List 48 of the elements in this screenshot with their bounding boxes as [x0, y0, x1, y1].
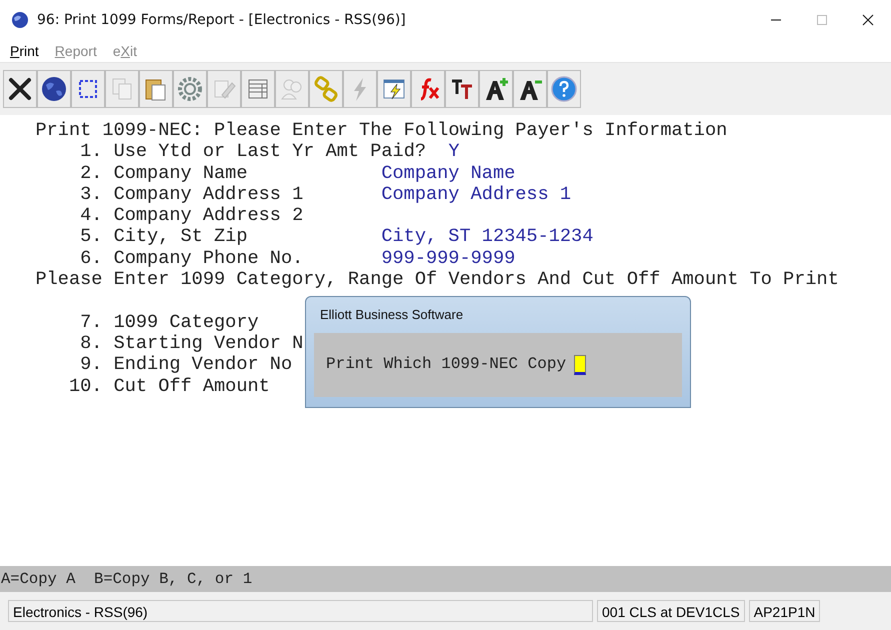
field-label: Company Phone No.: [114, 248, 304, 269]
hint-bar: A=Copy A B=Copy B, C, or 1: [0, 566, 891, 592]
field-label: Company Address 2: [114, 205, 304, 226]
toolbar-button[interactable]: [37, 70, 71, 108]
status-panel: 001 CLS at DEV1CLS: [597, 600, 745, 622]
field-number: 3.: [80, 184, 102, 206]
settings-icon: [176, 75, 204, 103]
field-label: Cut Off Amount: [114, 376, 270, 397]
section-heading: Please Enter 1099 Category, Range Of Vendors And Cut Off Amount To Print: [35, 269, 839, 290]
field-number: 4.: [80, 205, 102, 226]
field-number: 2.: [80, 162, 102, 184]
field-label: 1099 Category: [114, 312, 259, 333]
field-number: 5.: [80, 226, 102, 248]
field-value: Y: [448, 141, 460, 163]
close-icon: [6, 75, 34, 103]
status-panel: AP21P1N: [748, 600, 820, 622]
chain-icon: [312, 75, 340, 103]
field-number: 8.: [80, 332, 102, 354]
toolbar-button[interactable]: [3, 70, 37, 108]
dialog-prompt: Print Which 1099-NEC Copy: [326, 354, 566, 376]
section-heading: Print 1099-NEC: Please Enter The Following Payer's Information: [35, 120, 728, 142]
input-field[interactable]: [574, 355, 586, 375]
field-value: Company Address 1: [381, 184, 572, 206]
field-label: City, St Zip: [114, 226, 248, 248]
field-number: 7.: [80, 312, 102, 333]
globe-icon: [10, 10, 30, 30]
status-panel: Electronics - RSS(96): [8, 600, 593, 622]
field-label: Ending Vendor No: [114, 354, 292, 376]
field-label: Starting Vendor N: [114, 332, 304, 354]
field-label: Company Name: [114, 162, 248, 184]
field-number: 6.: [80, 248, 102, 270]
globe-icon: [40, 75, 68, 103]
field-value: City, ST 12345-1234: [381, 226, 594, 248]
toolbar-button[interactable]: [513, 70, 547, 108]
field-label: Use Ytd or Last Yr Amt Paid?: [114, 141, 426, 162]
toolbar-button[interactable]: [445, 70, 479, 108]
toolbar-button[interactable]: [71, 70, 105, 108]
field-label: Company Address 1: [114, 184, 304, 205]
field-value: Company Name: [381, 162, 516, 184]
menu-item[interactable]: Print: [10, 43, 39, 59]
field-number: 10.: [68, 376, 102, 397]
toolbar-button[interactable]: [479, 70, 513, 108]
help-icon: [550, 75, 578, 103]
window-title: 96: Print 1099 Forms/Report - [Electronics - RSS(96)]: [37, 12, 407, 28]
dialog-title: Elliott Business Software: [319, 306, 464, 324]
field-number: 9.: [80, 354, 102, 376]
field-value: 999-999-9999: [381, 248, 516, 270]
field-number: 1.: [80, 141, 102, 163]
